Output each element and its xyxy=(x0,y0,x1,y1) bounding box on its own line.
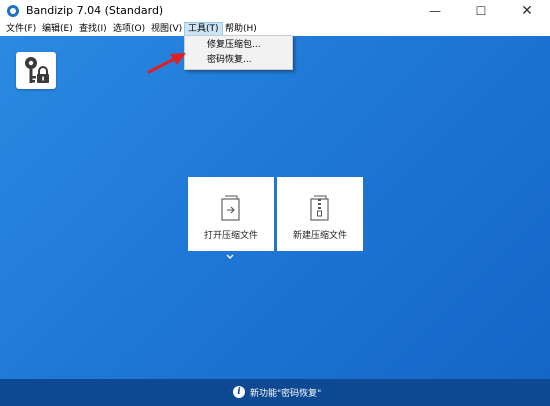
tools-dropdown-menu: 修复压缩包... 密码恢复... xyxy=(184,35,293,70)
minimize-button[interactable]: — xyxy=(412,0,458,22)
open-file-icon xyxy=(221,195,240,221)
menu-help[interactable]: 帮助(H) xyxy=(222,22,260,36)
password-recovery-tile[interactable] xyxy=(16,52,56,89)
status-footer: i 新功能"密码恢复" xyxy=(0,379,550,406)
zip-file-icon xyxy=(310,195,329,221)
maximize-button[interactable]: ☐ xyxy=(458,0,504,22)
open-archive-button[interactable]: 打开压缩文件 xyxy=(188,177,274,251)
bandizip-logo-icon xyxy=(7,5,19,17)
footer-new-feature-text[interactable]: 新功能"密码恢复" xyxy=(250,386,321,399)
close-button[interactable]: ✕ xyxy=(504,0,550,22)
chevron-down-icon[interactable] xyxy=(223,252,237,262)
menu-find[interactable]: 查找(I) xyxy=(76,22,110,36)
window-title: Bandizip 7.04 (Standard) xyxy=(26,4,164,17)
key-lock-icon xyxy=(25,57,49,83)
red-arrow-icon xyxy=(147,53,186,74)
menu-edit[interactable]: 编辑(E) xyxy=(39,22,76,36)
menu-file[interactable]: 文件(F) xyxy=(3,22,39,36)
info-icon: i xyxy=(233,386,245,398)
menu-view[interactable]: 视图(V) xyxy=(148,22,185,36)
menu-tools[interactable]: 工具(T) xyxy=(184,22,223,36)
main-panel xyxy=(0,36,550,379)
menu-bar: 文件(F) 编辑(E) 查找(I) 选项(O) 视图(V) 工具(T) 帮助(H… xyxy=(0,22,550,36)
new-archive-label: 新建压缩文件 xyxy=(292,231,347,241)
open-archive-label: 打开压缩文件 xyxy=(203,231,258,241)
menu-item-repair-archive[interactable]: 修复压缩包... xyxy=(185,38,292,52)
title-bar: Bandizip 7.04 (Standard) — ☐ ✕ xyxy=(0,0,550,22)
new-archive-button[interactable]: 新建压缩文件 xyxy=(277,177,363,251)
menu-options[interactable]: 选项(O) xyxy=(110,22,148,36)
menu-item-password-recovery[interactable]: 密码恢复... xyxy=(185,53,292,67)
